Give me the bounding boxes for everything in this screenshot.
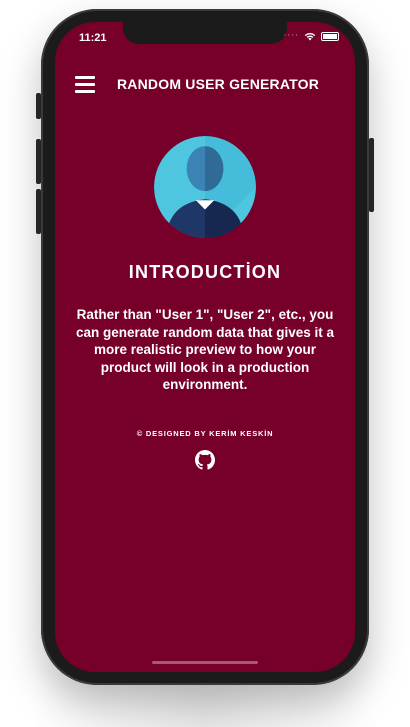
power-button [369,138,374,212]
app-bar: RANDOM USER GENERATOR [55,72,355,100]
designer-credit: © DESIGNED BY KERİM KESKİN [136,429,274,438]
home-indicator[interactable] [152,661,258,664]
intro-text: Rather than "User 1", "User 2", etc., yo… [75,307,335,392]
app-screen: 11:21 ···· RANDOM USER GENERATOR INTRODU… [55,22,355,672]
device-mockup: 11:21 ···· RANDOM USER GENERATOR INTRODU… [0,0,410,727]
hamburger-menu-icon[interactable] [75,76,95,93]
signal-icon: ···· [283,31,299,41]
section-title: INTRODUCTİON [128,262,282,282]
status-time: 11:21 [79,32,107,44]
user-avatar-icon [154,136,256,238]
battery-icon [321,31,339,41]
github-icon[interactable] [195,450,215,470]
app-title: RANDOM USER GENERATOR [117,76,320,92]
status-indicators: ···· [284,31,339,41]
notch [123,22,287,44]
wifi-icon [304,32,316,40]
